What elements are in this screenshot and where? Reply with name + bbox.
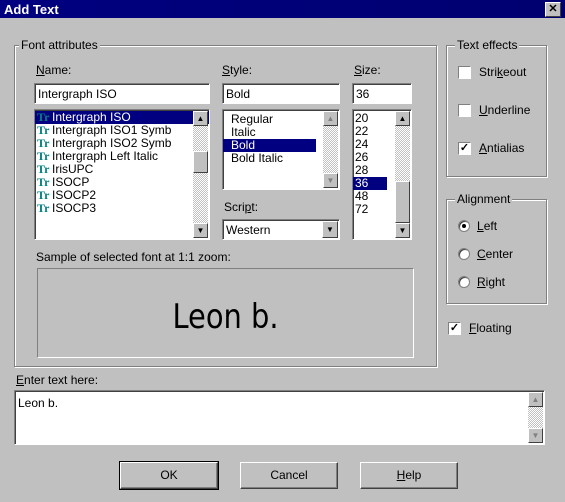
- name-label: Name:: [36, 63, 72, 77]
- size-list-scrollbar[interactable]: ▲ ▼: [395, 111, 410, 238]
- size-list-item[interactable]: 72: [353, 203, 387, 216]
- align-right-radio[interactable]: [458, 276, 470, 288]
- sample-text: Leon b.: [172, 297, 279, 337]
- size-input[interactable]: 36: [352, 83, 412, 104]
- antialias-label: Antialias: [479, 141, 525, 155]
- floating-checkbox[interactable]: ✓: [448, 322, 461, 335]
- scroll-up-button[interactable]: ▲: [193, 111, 208, 126]
- truetype-font-icon: Tr: [37, 201, 50, 215]
- text-area-scrollbar[interactable]: ▲ ▼: [528, 392, 543, 443]
- align-center-label: Center: [477, 247, 514, 261]
- name-input[interactable]: Intergraph ISO: [34, 83, 210, 104]
- floating-label: Floating: [469, 321, 512, 335]
- ok-button[interactable]: OK: [119, 461, 219, 490]
- size-label: Size:: [354, 63, 381, 77]
- font-list-item[interactable]: Tr ISOCP3: [35, 202, 209, 215]
- style-list[interactable]: Regular Italic Bold Bold Italic ▲ ▼: [222, 109, 340, 190]
- strikeout-checkbox[interactable]: [458, 66, 471, 79]
- style-label: Style:: [222, 63, 253, 77]
- style-list-item[interactable]: Bold Italic: [223, 152, 339, 165]
- align-center-radio[interactable]: [458, 248, 470, 260]
- scroll-up-button[interactable]: ▲: [323, 111, 338, 126]
- style-list-scrollbar[interactable]: ▲ ▼: [323, 111, 338, 188]
- font-list-scrollbar[interactable]: ▲ ▼: [193, 111, 208, 238]
- chevron-down-icon[interactable]: ▼: [322, 221, 338, 238]
- script-label: Script:: [224, 200, 259, 214]
- scroll-thumb[interactable]: [193, 151, 208, 173]
- scroll-down-button[interactable]: ▼: [528, 428, 543, 443]
- strikeout-label: Strikeout: [479, 65, 527, 79]
- scroll-up-button[interactable]: ▲: [395, 111, 410, 126]
- scroll-up-button[interactable]: ▲: [528, 392, 543, 407]
- align-right-label: Right: [477, 275, 506, 289]
- enter-text-area[interactable]: Leon b. ▲ ▼: [14, 390, 545, 445]
- radio-dot: [462, 224, 466, 228]
- script-value: Western: [226, 223, 271, 237]
- style-list-rows: Regular Italic Bold Bold Italic: [223, 110, 339, 165]
- antialias-checkbox[interactable]: ✓: [458, 142, 471, 155]
- font-attributes-legend: Font attributes: [19, 38, 100, 52]
- sample-label: Sample of selected font at 1:1 zoom:: [36, 250, 231, 264]
- style-input[interactable]: Bold: [222, 83, 340, 104]
- close-button[interactable]: ✕: [545, 2, 561, 17]
- font-preview: Leon b.: [37, 268, 414, 358]
- title-bar: Add Text ✕: [0, 0, 565, 18]
- align-left-radio[interactable]: [458, 220, 470, 232]
- scroll-thumb[interactable]: [395, 181, 410, 223]
- window-title: Add Text: [4, 2, 59, 17]
- text-effects-legend: Text effects: [455, 38, 520, 52]
- scroll-down-button[interactable]: ▼: [193, 223, 208, 238]
- align-left-label: Left: [477, 219, 498, 233]
- font-list[interactable]: Tr Intergraph ISO Tr Intergraph ISO1 Symb …: [34, 109, 210, 240]
- underline-checkbox[interactable]: [458, 104, 471, 117]
- scroll-down-button[interactable]: ▼: [395, 223, 410, 238]
- size-list[interactable]: 20 22 24 26 28 36 48 72 ▲ ▼: [352, 109, 412, 240]
- scroll-down-button[interactable]: ▼: [323, 173, 338, 188]
- enter-text-label: Enter text here:: [16, 373, 99, 387]
- font-list-rows: Tr Intergraph ISO Tr Intergraph ISO1 Symb …: [35, 110, 209, 215]
- help-button[interactable]: Help: [360, 462, 458, 489]
- script-dropdown[interactable]: Western ▼: [222, 219, 340, 240]
- underline-label: Underline: [479, 103, 531, 117]
- alignment-legend: Alignment: [455, 192, 513, 206]
- enter-text-value: Leon b.: [18, 396, 59, 410]
- cancel-button[interactable]: Cancel: [240, 462, 338, 489]
